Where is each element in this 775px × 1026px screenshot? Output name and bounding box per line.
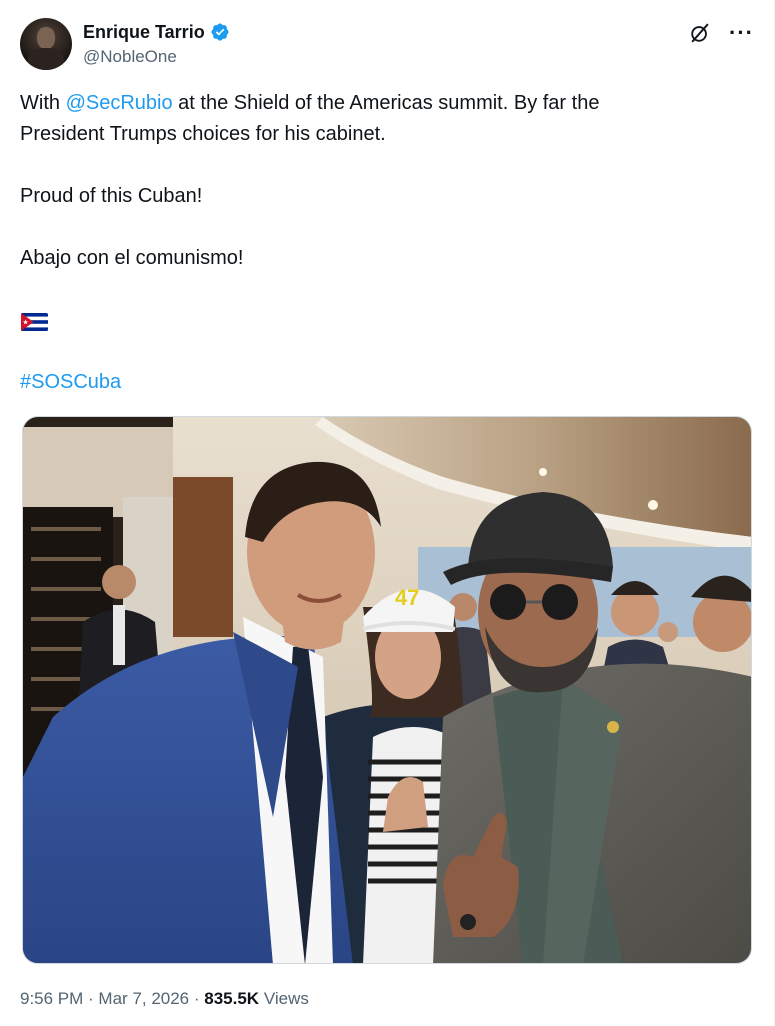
tweet-card: Enrique Tarrio @NobleOne ··· With @SecRu… <box>0 0 775 1026</box>
grok-icon[interactable] <box>689 22 711 44</box>
tweet-meta: 9:56 PM · Mar 7, 2026 · 835.5K Views <box>20 988 309 1010</box>
avatar[interactable] <box>20 18 72 70</box>
cap-text: 47 <box>395 585 419 610</box>
author-handle[interactable]: @NobleOne <box>83 46 177 68</box>
views-label: Views <box>259 989 309 1008</box>
tweet-text-line-2: President Trumps choices for his cabinet… <box>20 123 386 145</box>
author-display-name[interactable]: Enrique Tarrio <box>83 21 205 43</box>
meta-separator: · <box>83 989 99 1008</box>
text-segment: at the Shield of the Americas summit. By… <box>172 92 600 114</box>
hashtag-link[interactable]: #SOSCuba <box>20 371 121 393</box>
meta-separator: · <box>189 989 205 1008</box>
mention-link[interactable]: @SecRubio <box>66 92 173 114</box>
tweet-time[interactable]: 9:56 PM <box>20 989 83 1008</box>
tweet-photo[interactable]: 47 <box>22 416 752 964</box>
tweet-text-paragraph-2: Proud of this Cuban! <box>20 185 203 207</box>
tweet-text-paragraph-3: Abajo con el comunismo! <box>20 247 244 269</box>
top-actions: ··· <box>689 22 754 44</box>
tweet-header: Enrique Tarrio @NobleOne ··· <box>20 18 754 70</box>
cuba-flag-icon <box>21 313 48 331</box>
tweet-text-line-1: With @SecRubio at the Shield of the Amer… <box>20 88 744 119</box>
verified-badge-icon <box>211 23 229 41</box>
views-count[interactable]: 835.5K <box>204 989 259 1008</box>
hashtag-line: #SOSCuba <box>20 367 744 398</box>
text-segment: With <box>20 92 66 114</box>
author-name-row[interactable]: Enrique Tarrio <box>83 21 230 43</box>
tweet-date[interactable]: Mar 7, 2026 <box>98 989 189 1008</box>
more-options-icon[interactable]: ··· <box>729 22 754 44</box>
